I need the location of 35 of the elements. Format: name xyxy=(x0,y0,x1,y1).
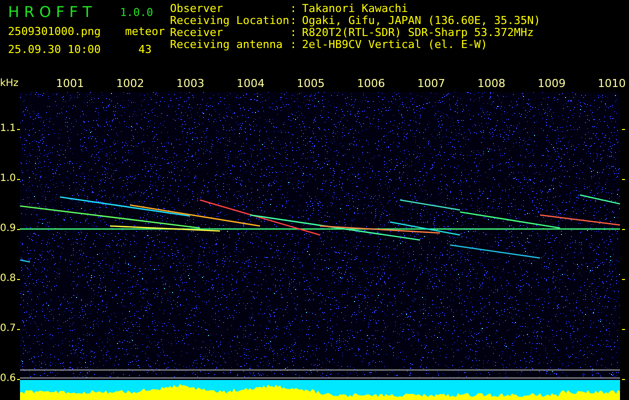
x-axis-label: 1003 xyxy=(176,78,204,90)
info-label: Receiver xyxy=(170,26,223,38)
info-separator: : xyxy=(290,14,298,26)
version-label: 1.0.0 xyxy=(120,6,154,18)
info-value: Ogaki, Gifu, JAPAN (136.60E, 35.35N) xyxy=(302,14,540,26)
y-axis-label: 0.8 xyxy=(0,273,16,285)
info-value: 2el-HB9CV Vertical (el. E-W) xyxy=(302,38,488,50)
y-axis-label: 0.7 xyxy=(0,323,16,335)
x-axis-label: 1005 xyxy=(296,78,325,90)
info-separator: : xyxy=(290,26,298,38)
info-label: Observer xyxy=(170,2,224,14)
y-axis-label: 1.0 xyxy=(0,173,16,185)
info-label: Receiving Location xyxy=(170,14,290,26)
app-title: H R O F F T xyxy=(8,3,93,21)
info-value: R820T2(RTL-SDR) SDR-Sharp 53.372MHz xyxy=(302,26,535,38)
unit-label: kHz xyxy=(0,78,19,90)
datetime-label: 25.09.30 10:00 xyxy=(8,42,102,56)
x-axis-label: 1010 xyxy=(598,78,626,90)
info-value: Takanori Kawachi xyxy=(302,2,409,14)
x-axis-label: 1004 xyxy=(236,78,265,90)
info-separator: : xyxy=(290,2,298,14)
x-axis-label: 1007 xyxy=(417,78,446,90)
x-axis-label: 1009 xyxy=(538,78,566,90)
meteor-count: 43 xyxy=(137,42,153,56)
x-axis-label: 1001 xyxy=(56,78,84,90)
x-axis-label: 1006 xyxy=(357,78,385,90)
meteor-label: meteor xyxy=(124,24,166,38)
info-separator: : xyxy=(290,38,298,50)
info-label: Receiving antenna xyxy=(170,38,284,50)
y-axis-label: 0.6 xyxy=(0,373,16,385)
y-axis-label: 1.1 xyxy=(0,123,16,135)
x-axis-label: 1008 xyxy=(477,78,506,90)
filename-label: 2509301000.png xyxy=(8,24,102,38)
x-axis-label: 1002 xyxy=(116,78,144,90)
y-axis-label: 0.9 xyxy=(0,223,16,235)
